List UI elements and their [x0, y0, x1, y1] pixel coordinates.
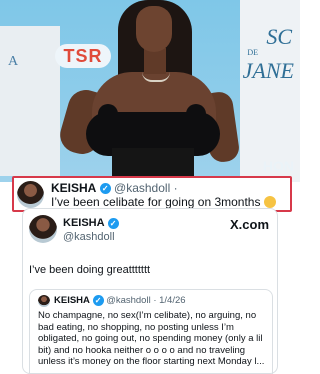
tweet-card[interactable]: KEISHA ✓ @kashdoll X.com I’ve been doing…	[22, 208, 278, 374]
tweet-main-text-row: I’ve been celibate for going on 3months	[51, 195, 276, 209]
tsr-logo: TSR	[55, 44, 111, 68]
avatar[interactable]	[29, 215, 57, 243]
backdrop-left-panel	[0, 26, 60, 176]
verified-badge-icon: ✓	[107, 217, 119, 229]
backdrop-left-text: A	[8, 54, 19, 69]
x-logo-icon[interactable]: X.com	[230, 217, 269, 232]
verified-badge-icon: ✓	[92, 295, 104, 306]
author-handle[interactable]: @kashdoll	[63, 231, 115, 243]
avatar[interactable]	[17, 181, 44, 208]
person-face	[136, 6, 172, 52]
tweet-card-text: I’ve been doing greattttttt	[29, 264, 151, 276]
author-name[interactable]: KEISHA	[54, 295, 90, 306]
verified-badge-icon: ✓	[99, 183, 111, 195]
quoted-tweet-date: · 1/4/26	[153, 295, 186, 307]
author-name[interactable]: KEISHA	[51, 181, 96, 195]
backdrop-right-top-text: SC	[266, 24, 292, 49]
backdrop-right-mid-text: DE	[247, 48, 258, 57]
tweet-card-name-row: KEISHA ✓	[63, 217, 119, 229]
quoted-tweet-text: No champagne, no sex(I’m celibate), no a…	[38, 310, 265, 368]
quoted-tweet-header: KEISHA ✓ @kashdoll · 1/4/26	[54, 295, 186, 306]
header-separator: ·	[173, 181, 178, 195]
tweet-main[interactable]: KEISHA ✓ @kashdoll · I’ve been celibate …	[12, 176, 292, 212]
author-name[interactable]: KEISHA	[63, 217, 105, 229]
backdrop-right-bottom-text: HON	[262, 158, 294, 174]
event-photo: A TSR SC DE JANE HON	[0, 0, 300, 182]
avatar[interactable]	[38, 295, 50, 307]
tweet-main-text: I’ve been celibate for going on 3months	[51, 195, 261, 209]
author-handle[interactable]: @kashdoll	[114, 181, 170, 195]
grimacing-face-emoji-icon	[263, 195, 276, 208]
author-handle[interactable]: @kashdoll	[106, 295, 151, 306]
backdrop-right-name-text: JANE	[242, 58, 294, 83]
quoted-tweet[interactable]: KEISHA ✓ @kashdoll · 1/4/26 No champagne…	[29, 289, 273, 374]
tweet-main-header: KEISHA ✓ @kashdoll ·	[51, 181, 178, 195]
